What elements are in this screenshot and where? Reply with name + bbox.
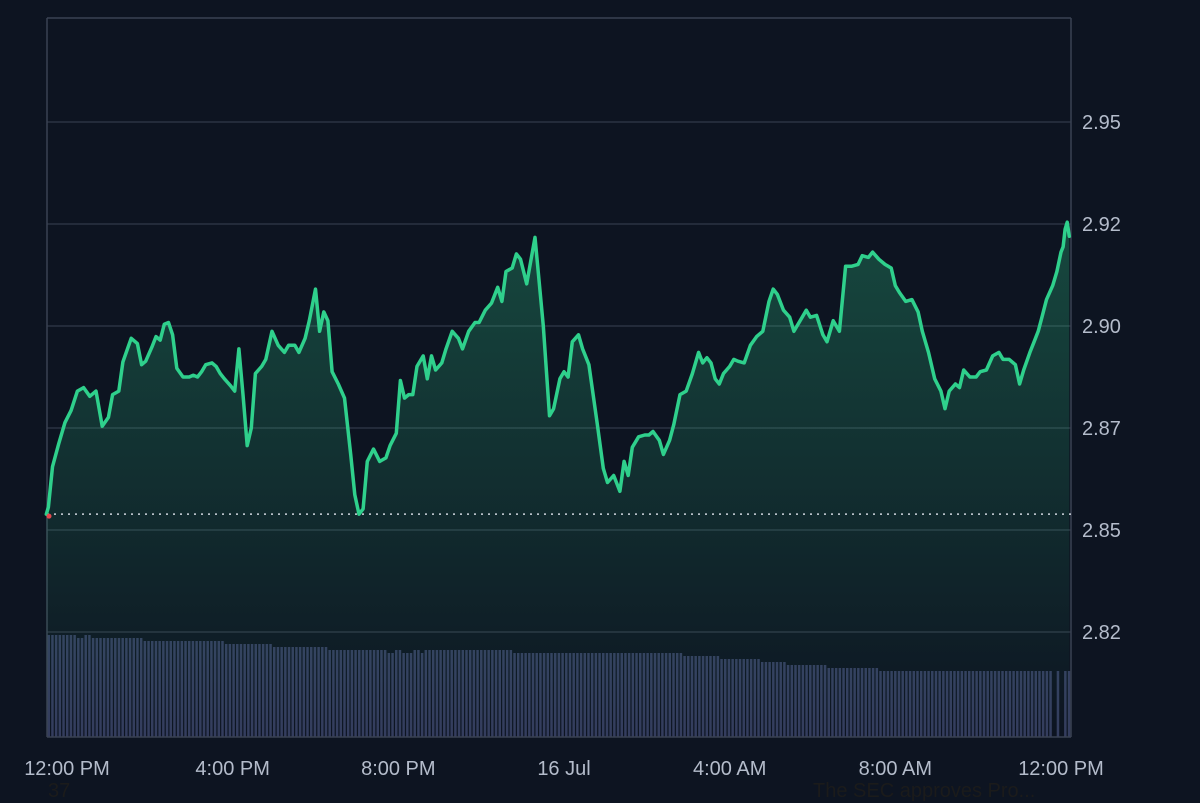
x-tick-label: 12:00 PM [24, 758, 110, 780]
x-tick-label: 12:00 PM [1018, 758, 1104, 780]
y-tick-label: 2.90 [1082, 316, 1121, 338]
y-tick-label: 2.87 [1082, 418, 1121, 440]
x-tick-label: 8:00 PM [361, 758, 435, 780]
baseline-start-marker [46, 513, 52, 519]
y-tick-label: 2.92 [1082, 214, 1121, 236]
y-tick-label: 2.82 [1082, 622, 1121, 644]
x-tick-label: 16 Jul [537, 758, 590, 780]
x-tick-label: 4:00 PM [195, 758, 269, 780]
x-tick-label: 8:00 AM [859, 758, 932, 780]
price-chart[interactable]: 2.95 2.92 2.90 2.87 2.85 2.82 12:00 PM 4:00 PM… [0, 0, 1200, 800]
y-tick-label: 2.95 [1082, 112, 1121, 134]
y-tick-label: 2.85 [1082, 520, 1121, 542]
x-tick-label: 4:00 AM [693, 758, 766, 780]
